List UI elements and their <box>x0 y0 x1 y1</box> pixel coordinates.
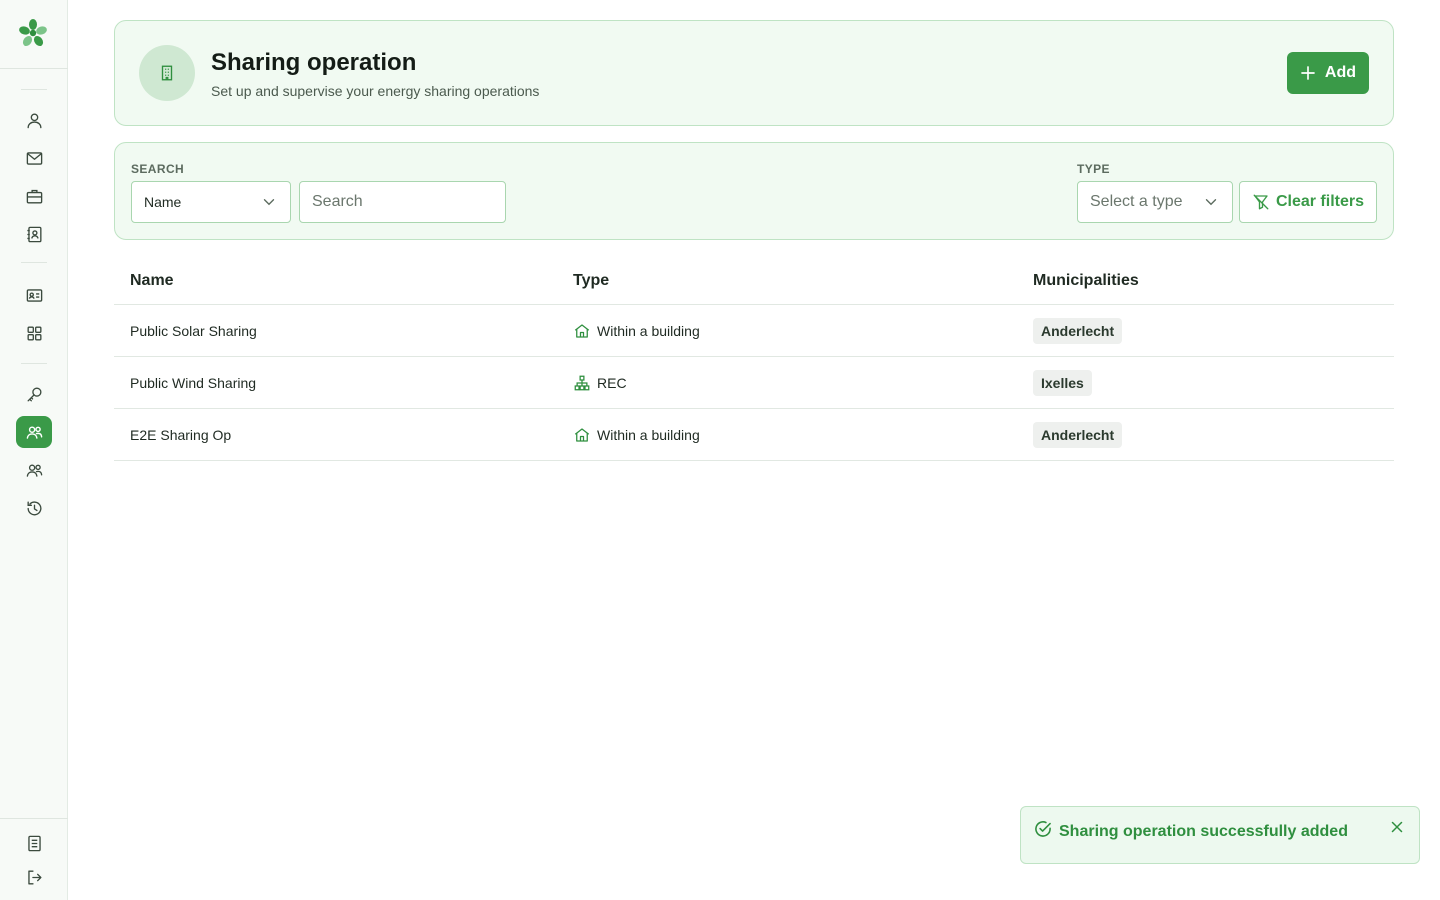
add-button[interactable]: Add <box>1286 52 1369 94</box>
row-type-label: Within a building <box>597 426 700 443</box>
sidebar-divider <box>21 363 47 364</box>
search-field-value: Name <box>144 194 182 210</box>
building-icon <box>139 45 195 101</box>
row-municipalities: Anderlecht <box>1033 409 1123 460</box>
column-header-name[interactable]: Name <box>130 272 174 290</box>
page-subtitle: Set up and supervise your energy sharing… <box>211 83 540 99</box>
row-name: E2E Sharing Op <box>130 426 232 443</box>
search-field-select[interactable]: Name <box>131 181 291 223</box>
key-icon[interactable] <box>16 378 52 410</box>
column-header-municipalities[interactable]: Municipalities <box>1033 272 1139 290</box>
network-icon <box>574 375 590 390</box>
success-toast: Sharing operation successfully added <box>1020 806 1420 864</box>
home-icon <box>574 323 590 338</box>
row-type: REC <box>573 357 627 408</box>
type-label: TYPE <box>1077 162 1110 176</box>
filter-off-icon <box>1253 194 1269 210</box>
contact-book-icon[interactable] <box>16 218 52 250</box>
check-circle-icon <box>1035 821 1051 837</box>
sharing-operations-table: Name Type Municipalities Public Solar Sh… <box>114 256 1394 461</box>
close-icon[interactable] <box>1387 817 1407 837</box>
row-municipalities: Ixelles <box>1033 357 1092 408</box>
leaf-logo[interactable] <box>18 18 48 48</box>
toast-message: Sharing operation successfully added <box>1059 823 1348 840</box>
sharing-icon[interactable] <box>16 416 52 448</box>
row-municipalities: Anderlecht <box>1033 305 1123 356</box>
municipality-badge: Anderlecht <box>1033 317 1123 344</box>
history-icon[interactable] <box>16 492 52 524</box>
sidebar-divider <box>21 89 47 90</box>
id-card-icon[interactable] <box>16 279 52 311</box>
page-header: Sharing operation Set up and supervise y… <box>114 20 1394 126</box>
search-input[interactable] <box>299 181 506 223</box>
sidebar-divider <box>0 818 68 819</box>
page-title: Sharing operation <box>211 49 417 76</box>
document-icon[interactable] <box>16 827 52 859</box>
row-type-label: REC <box>597 374 627 391</box>
home-icon <box>574 427 590 442</box>
row-type: Within a building <box>573 305 700 356</box>
table-row[interactable]: Public Solar Sharing Within a building A… <box>114 305 1394 357</box>
chevron-down-icon <box>1205 199 1217 206</box>
logout-icon[interactable] <box>16 861 52 893</box>
plus-icon <box>1301 66 1315 80</box>
municipality-badge: Anderlecht <box>1033 421 1123 448</box>
user-icon[interactable] <box>16 104 52 136</box>
sidebar-divider <box>21 262 47 263</box>
table-header: Name Type Municipalities <box>114 256 1394 305</box>
type-select-placeholder: Select a type <box>1090 193 1183 210</box>
clear-filters-button[interactable]: Clear filters <box>1238 181 1377 223</box>
users-icon[interactable] <box>16 454 52 486</box>
clear-filters-label: Clear filters <box>1275 193 1364 210</box>
add-button-label: Add <box>1324 64 1356 81</box>
grid-icon[interactable] <box>16 317 52 349</box>
row-type-label: Within a building <box>597 322 700 339</box>
mail-icon[interactable] <box>16 142 52 174</box>
sidebar-divider <box>0 68 68 69</box>
filter-bar: SEARCH Name TYPE Select a type Clear fil… <box>114 142 1394 240</box>
column-header-type[interactable]: Type <box>573 272 609 290</box>
row-name: Public Solar Sharing <box>130 322 257 339</box>
type-select[interactable]: Select a type <box>1077 181 1233 223</box>
municipality-badge: Ixelles <box>1033 369 1092 396</box>
sidebar <box>0 0 68 900</box>
search-label: SEARCH <box>131 162 185 176</box>
table-row[interactable]: Public Wind Sharing REC Ixelles <box>114 357 1394 409</box>
chevron-down-icon <box>263 199 275 206</box>
briefcase-icon[interactable] <box>16 180 52 212</box>
row-name: Public Wind Sharing <box>130 374 257 391</box>
table-row[interactable]: E2E Sharing Op Within a building Anderle… <box>114 409 1394 461</box>
row-type: Within a building <box>573 409 700 460</box>
